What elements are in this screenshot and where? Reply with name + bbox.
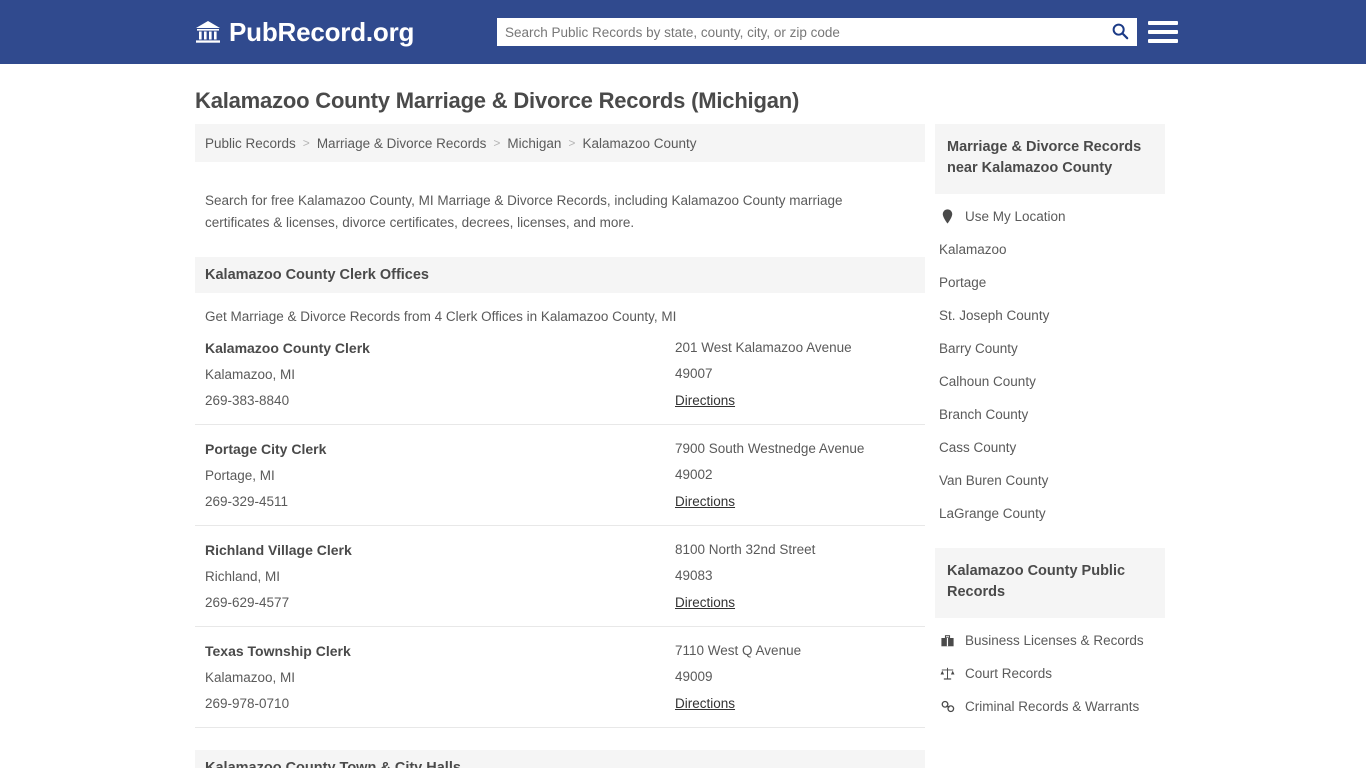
office-info: Portage City Clerk Portage, MI 269-329-4… bbox=[205, 441, 675, 511]
directions-link[interactable]: Directions bbox=[675, 393, 735, 408]
handcuffs-icon bbox=[939, 700, 956, 713]
sidebar-item-label: Cass County bbox=[939, 440, 1017, 456]
sidebar-item-label: Court Records bbox=[965, 666, 1053, 682]
office-location: 7110 West Q Avenue 49009 Directions bbox=[675, 643, 915, 713]
office-address: 7900 South Westnedge Avenue bbox=[675, 440, 865, 456]
sidebar-item-branch-county[interactable]: Branch County bbox=[935, 398, 1165, 431]
bank-icon bbox=[195, 20, 221, 44]
sidebar-item-van-buren-county[interactable]: Van Buren County bbox=[935, 464, 1165, 497]
office-city-state: Kalamazoo, MI bbox=[205, 669, 296, 685]
breadcrumb-separator: > bbox=[568, 136, 576, 150]
office-name: Richland Village Clerk bbox=[205, 541, 352, 558]
sidebar-heading-nearby: Marriage & Divorce Records near Kalamazo… bbox=[935, 124, 1165, 195]
balance-scale-icon bbox=[939, 667, 956, 680]
sidebar-item-st-joseph-county[interactable]: St. Joseph County bbox=[935, 299, 1165, 332]
office-phone: 269-329-4511 bbox=[205, 493, 289, 509]
sidebar-item-calhoun-county[interactable]: Calhoun County bbox=[935, 365, 1165, 398]
breadcrumb-separator: > bbox=[493, 136, 501, 150]
directions-link[interactable]: Directions bbox=[675, 595, 735, 610]
office-address: 201 West Kalamazoo Avenue bbox=[675, 339, 852, 355]
page-intro-text: Search for free Kalamazoo County, MI Mar… bbox=[205, 192, 843, 231]
sidebar-item-cass-county[interactable]: Cass County bbox=[935, 431, 1165, 464]
sidebar-item-business-licenses-records[interactable]: Business Licenses & Records bbox=[935, 624, 1165, 657]
section-heading-town-city-halls: Kalamazoo County Town & City Halls bbox=[195, 749, 925, 768]
breadcrumb-item-marriage-divorce-records[interactable]: Marriage & Divorce Records bbox=[317, 136, 487, 151]
directions-link[interactable]: Directions bbox=[675, 696, 735, 711]
sidebar-item-label: Branch County bbox=[939, 407, 1029, 423]
office-info: Richland Village Clerk Richland, MI 269-… bbox=[205, 542, 675, 612]
office-city-state: Kalamazoo, MI bbox=[205, 366, 296, 382]
sidebar-item-court-records[interactable]: Court Records bbox=[935, 657, 1165, 690]
office-city-state: Richland, MI bbox=[205, 568, 281, 584]
office-zip: 49083 bbox=[675, 567, 713, 583]
sidebar-item-label: St. Joseph County bbox=[939, 308, 1050, 324]
sidebar-item-label: LaGrange County bbox=[939, 506, 1046, 522]
main-content: Public Records > Marriage & Divorce Reco… bbox=[195, 124, 925, 768]
section-subtitle-clerk-offices: Get Marriage & Divorce Records from 4 Cl… bbox=[205, 308, 677, 324]
sidebar-item-label: Kalamazoo bbox=[939, 242, 1007, 258]
office-address: 8100 North 32nd Street bbox=[675, 541, 816, 557]
sidebar-item-label: Calhoun County bbox=[939, 374, 1036, 390]
office-city-state: Portage, MI bbox=[205, 467, 275, 483]
search-bar bbox=[497, 18, 1137, 46]
table-row: Portage City Clerk Portage, MI 269-329-4… bbox=[195, 425, 925, 526]
sidebar-item-portage[interactable]: Portage bbox=[935, 266, 1165, 299]
office-phone: 269-629-4577 bbox=[205, 594, 290, 610]
sidebar-item-criminal-records-warrants[interactable]: Criminal Records & Warrants bbox=[935, 690, 1165, 723]
sidebar-item-label: Barry County bbox=[939, 341, 1018, 357]
table-row: Texas Township Clerk Kalamazoo, MI 269-9… bbox=[195, 627, 925, 728]
office-location: 201 West Kalamazoo Avenue 49007 Directio… bbox=[675, 340, 915, 410]
sidebar-item-use-my-location[interactable]: Use My Location bbox=[935, 200, 1165, 233]
office-location: 7900 South Westnedge Avenue 49002 Direct… bbox=[675, 441, 915, 511]
search-input[interactable] bbox=[497, 19, 1103, 45]
search-button[interactable] bbox=[1103, 18, 1137, 46]
sidebar-item-label: Use My Location bbox=[965, 209, 1066, 225]
sidebar-item-lagrange-county[interactable]: LaGrange County bbox=[935, 497, 1165, 530]
office-phone: 269-978-0710 bbox=[205, 695, 290, 711]
site-logo[interactable]: PubRecord.org bbox=[195, 19, 414, 45]
breadcrumb-item-kalamazoo-county: Kalamazoo County bbox=[582, 135, 697, 151]
sidebar-item-label: Business Licenses & Records bbox=[965, 633, 1144, 649]
office-name: Portage City Clerk bbox=[205, 440, 327, 457]
map-pin-icon bbox=[939, 209, 956, 224]
site-logo-text: PubRecord.org bbox=[229, 17, 415, 47]
sidebar-item-kalamazoo[interactable]: Kalamazoo bbox=[935, 233, 1165, 266]
sidebar-list-nearby: Use My Location Kalamazoo Portage St. Jo… bbox=[935, 194, 1165, 530]
breadcrumb-item-michigan[interactable]: Michigan bbox=[507, 136, 561, 151]
sidebar-item-label: Portage bbox=[939, 275, 987, 291]
office-info: Kalamazoo County Clerk Kalamazoo, MI 269… bbox=[205, 340, 675, 410]
search-icon bbox=[1111, 22, 1129, 43]
table-row: Kalamazoo County Clerk Kalamazoo, MI 269… bbox=[195, 324, 925, 425]
section-heading-clerk-offices: Kalamazoo County Clerk Offices bbox=[195, 256, 925, 293]
office-zip: 49002 bbox=[675, 466, 713, 482]
sidebar-heading-public-records: Kalamazoo County Public Records bbox=[935, 548, 1165, 619]
sidebar-item-label: Van Buren County bbox=[939, 473, 1049, 489]
office-location: 8100 North 32nd Street 49083 Directions bbox=[675, 542, 915, 612]
office-name: Texas Township Clerk bbox=[205, 642, 351, 659]
breadcrumb-item-public-records[interactable]: Public Records bbox=[205, 136, 296, 151]
hamburger-menu-icon[interactable] bbox=[1148, 18, 1178, 46]
sidebar-item-label: Criminal Records & Warrants bbox=[965, 699, 1140, 715]
office-name: Kalamazoo County Clerk bbox=[205, 339, 370, 356]
office-zip: 49007 bbox=[675, 365, 713, 381]
office-phone: 269-383-8840 bbox=[205, 392, 290, 408]
directions-link[interactable]: Directions bbox=[675, 494, 735, 509]
sidebar: Marriage & Divorce Records near Kalamazo… bbox=[935, 124, 1165, 723]
page-title: Kalamazoo County Marriage & Divorce Reco… bbox=[195, 88, 800, 113]
office-zip: 49009 bbox=[675, 668, 713, 684]
breadcrumb-separator: > bbox=[302, 136, 310, 150]
table-row: Richland Village Clerk Richland, MI 269-… bbox=[195, 526, 925, 627]
sidebar-list-public-records: Business Licenses & Records Court Record… bbox=[935, 618, 1165, 723]
office-info: Texas Township Clerk Kalamazoo, MI 269-9… bbox=[205, 643, 675, 713]
breadcrumb: Public Records > Marriage & Divorce Reco… bbox=[195, 124, 925, 162]
office-address: 7110 West Q Avenue bbox=[675, 642, 802, 658]
briefcase-icon bbox=[939, 634, 956, 647]
sidebar-item-barry-county[interactable]: Barry County bbox=[935, 332, 1165, 365]
site-header: PubRecord.org bbox=[0, 0, 1366, 64]
